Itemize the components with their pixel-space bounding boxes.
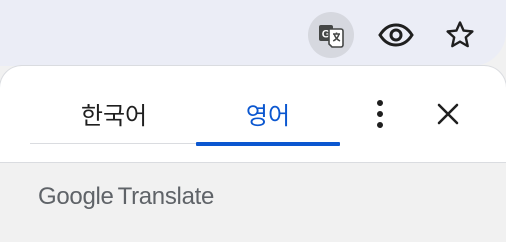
omnibox-area bbox=[0, 0, 506, 66]
close-icon bbox=[437, 103, 459, 125]
language-tabs: 한국어 영어 bbox=[30, 66, 340, 146]
tab-source-language[interactable]: 한국어 bbox=[42, 66, 186, 145]
eye-glyph bbox=[378, 23, 414, 47]
tab-source-label: 한국어 bbox=[80, 102, 148, 130]
close-button[interactable] bbox=[426, 92, 470, 136]
translate-bubble: 한국어 영어 Google Translate bbox=[0, 66, 506, 242]
google-translate-icon[interactable]: G bbox=[308, 12, 354, 58]
google-translate-logo: Google Translate bbox=[38, 183, 214, 211]
translate-glyph: G bbox=[319, 25, 344, 48]
star-glyph bbox=[446, 21, 474, 48]
eye-icon[interactable] bbox=[373, 12, 419, 58]
tab-target-language[interactable]: 영어 bbox=[196, 66, 340, 145]
tab-target-label: 영어 bbox=[245, 102, 291, 130]
more-vert-icon bbox=[377, 100, 383, 128]
browser-toolbar: G bbox=[0, 0, 506, 70]
brand-product: Translate bbox=[117, 183, 215, 210]
brand-google: Google bbox=[38, 183, 114, 210]
selected-tab-indicator bbox=[196, 142, 340, 146]
more-options-button[interactable] bbox=[358, 92, 402, 136]
bubble-footer: Google Translate bbox=[0, 162, 506, 242]
star-icon[interactable] bbox=[437, 12, 483, 58]
